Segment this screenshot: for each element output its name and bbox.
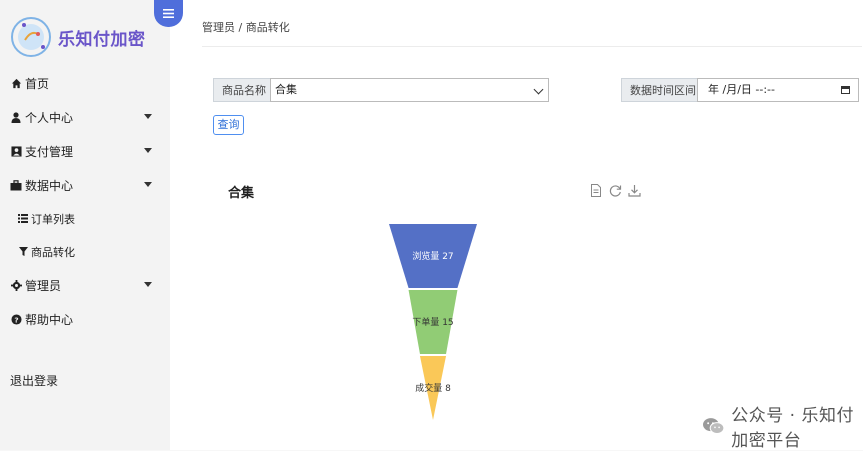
funnel-label-1: 浏览量 27 — [412, 250, 453, 262]
payment-icon — [10, 145, 22, 157]
sidebar-item-admin[interactable]: 管理员 — [0, 268, 170, 302]
sidebar-subitem-label: 订单列表 — [31, 212, 75, 226]
logo-text: 乐知付加密 — [58, 29, 146, 50]
sidebar-item-label: 首页 — [25, 76, 50, 91]
sidebar-item-payment[interactable]: 支付管理 — [0, 134, 170, 168]
sidebar-item-label: 个人中心 — [25, 110, 74, 125]
list-icon — [18, 214, 28, 224]
hamburger-icon — [163, 9, 174, 18]
sidebar-nav: 首页 个人中心 支付管理 数据中心 订单列表 商品转化 管理员 ? 帮助中心 — [0, 66, 170, 336]
sidebar-item-home[interactable]: 首页 — [0, 66, 170, 100]
gear-icon — [10, 279, 22, 291]
funnel-chart: 浏览量 27 下单量 15 成交量 8 — [389, 224, 477, 420]
svg-text:?: ? — [14, 315, 18, 324]
help-icon: ? — [10, 313, 22, 325]
chevron-down-icon — [144, 282, 152, 287]
sidebar-item-label: 支付管理 — [25, 144, 74, 159]
chevron-down-icon — [144, 182, 152, 187]
home-icon — [10, 77, 22, 89]
wechat-icon — [703, 418, 725, 435]
chevron-down-icon — [144, 148, 152, 153]
logout-link[interactable]: 退出登录 — [10, 372, 58, 389]
sidebar-subitem-order-list[interactable]: 订单列表 — [0, 202, 170, 235]
sidebar-item-profile[interactable]: 个人中心 — [0, 100, 170, 134]
sidebar-subitem-label: 商品转化 — [31, 245, 75, 259]
watermark: 公众号 · 乐知付加密平台 — [702, 401, 863, 451]
menu-toggle-button[interactable] — [154, 0, 183, 27]
funnel-label-2: 下单量 15 — [412, 316, 453, 328]
logo[interactable]: 乐知付加密 — [10, 16, 146, 58]
sidebar-item-label: 帮助中心 — [25, 312, 74, 327]
sidebar-item-label: 管理员 — [25, 278, 62, 293]
logo-icon — [11, 17, 51, 57]
sidebar-item-label: 数据中心 — [25, 178, 74, 193]
sidebar-item-data-center[interactable]: 数据中心 — [0, 168, 170, 202]
sidebar-subitem-product-conversion[interactable]: 商品转化 — [0, 235, 170, 268]
chevron-down-icon — [144, 114, 152, 119]
sidebar: 乐知付加密 首页 个人中心 支付管理 数据中心 订单列表 商品转化 管理员 ? … — [0, 0, 170, 450]
watermark-text: 公众号 · 乐知付加密平台 — [731, 406, 854, 451]
user-icon — [10, 111, 22, 123]
funnel-label-3: 成交量 8 — [415, 382, 451, 394]
main-content: 管理员 / 商品转化 商品名称 合集 数据时间区间 年 /月/日 --:-- 查… — [170, 0, 863, 451]
filter-icon — [18, 247, 28, 257]
briefcase-icon — [10, 179, 22, 191]
sidebar-item-help[interactable]: ? 帮助中心 — [0, 302, 170, 336]
